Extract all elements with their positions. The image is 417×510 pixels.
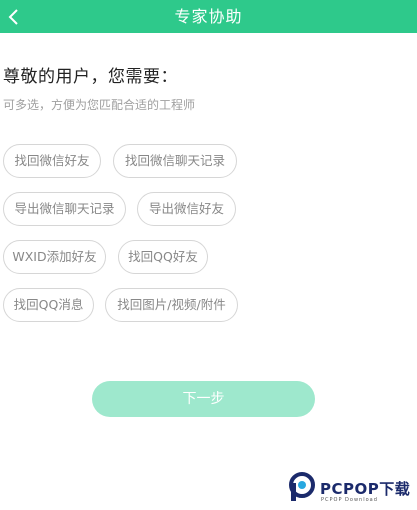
watermark-logo: PCPOP下载 PCPOP Download <box>288 472 416 506</box>
watermark-text: PCPOP下载 <box>320 480 411 498</box>
option-export-wechat-friends[interactable]: 导出微信好友 <box>137 192 236 226</box>
top-bar: 专家协助 <box>0 0 417 33</box>
option-find-qq-friends[interactable]: 找回QQ好友 <box>118 240 208 274</box>
greeting-heading: 尊敬的用户，您需要： <box>3 67 178 87</box>
option-find-wechat-chat-history[interactable]: 找回微信聊天记录 <box>113 144 237 178</box>
hint-text: 可多选，方便为您匹配合适的工程师 <box>3 98 196 112</box>
option-find-images-video-attachments[interactable]: 找回图片/视频/附件 <box>105 288 238 322</box>
next-step-button[interactable]: 下一步 <box>92 381 315 417</box>
pcpop-logo-icon <box>289 472 315 501</box>
option-find-qq-messages[interactable]: 找回QQ消息 <box>3 288 94 322</box>
option-wxid-add-friend[interactable]: WXID添加好友 <box>3 240 106 274</box>
option-export-wechat-chat-history[interactable]: 导出微信聊天记录 <box>3 192 126 226</box>
page-title: 专家协助 <box>174 7 243 26</box>
option-find-wechat-friends[interactable]: 找回微信好友 <box>3 144 101 178</box>
watermark-subtext: PCPOP Download <box>321 497 378 503</box>
